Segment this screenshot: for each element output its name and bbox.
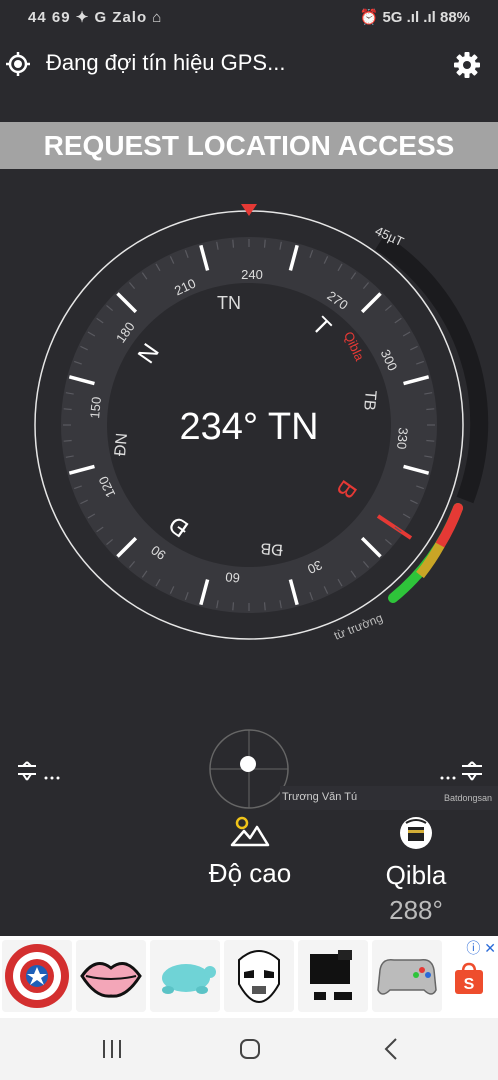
minor-tick [232,602,235,611]
compass-dial: 45µT từ trường 240 270 300 330 30 60 90 … [34,204,489,643]
tick-label-150: 150 [87,396,104,419]
ad-controller-image[interactable] [372,940,442,1012]
bubble-level [209,729,289,809]
back-icon[interactable] [372,1034,412,1064]
ad-lips-image[interactable] [76,940,146,1012]
field-strength-arc-high [435,503,463,550]
home-icon[interactable] [230,1034,270,1064]
top-bar: Đang đợi tín hiệu GPS... [0,36,498,92]
ad-shield-image[interactable] [2,940,72,1012]
ad-gadget-image[interactable] [298,940,368,1012]
qibla-button[interactable]: Qibla 288° [366,815,466,926]
direction-tn: TN [217,293,241,313]
shopee-icon[interactable]: S [452,962,486,996]
direction-dn: ĐN [112,432,131,457]
ad-close-icon[interactable]: ⓘ ✕ [466,938,496,958]
watermark-bar: Trương Văn Tú Batdongsan [280,786,498,810]
altitude-button[interactable]: Độ cao [190,815,310,889]
field-label: từ trường [332,611,385,643]
kaaba-icon [400,817,432,849]
level-icon-right [440,761,482,781]
minor-tick [263,239,266,248]
watermark-brand: Batdongsan [443,793,492,803]
status-bar: 44 69 ✦ G Zalo ⌂ ⏰ 5G .ıl .ıl 88% [0,0,498,36]
mountain-icon [230,816,270,847]
minor-tick [426,408,435,411]
ad-turtle-image[interactable] [150,940,220,1012]
ad-banner[interactable]: S ⓘ ✕ [0,936,498,1018]
tick-label-330: 330 [394,427,411,450]
level-icon-left [18,761,60,781]
gps-target-icon[interactable] [6,52,30,76]
gear-icon[interactable] [452,50,482,80]
svg-text:S: S [464,976,475,993]
heading-pointer [241,204,257,216]
heading-readout: 234° TN [179,406,318,448]
request-location-button[interactable]: REQUEST LOCATION ACCESS [0,122,498,169]
direction-tb: TB [360,389,379,411]
gps-status-title: Đang đợi tín hiệu GPS... [46,50,286,75]
minor-tick [232,239,235,248]
watermark-name: Trương Văn Tú [282,791,358,803]
direction-db: ĐB [260,539,284,558]
qibla-value: 288° [389,895,443,925]
status-notifications: 44 69 ✦ G Zalo ⌂ [28,9,163,26]
minor-tick [263,602,266,611]
altitude-label: Độ cao [208,858,292,888]
tick-label-240: 240 [241,267,263,282]
status-system-icons: ⏰ 5G .ıl .ıl 88% [359,9,470,26]
ad-stormtrooper-image[interactable] [224,940,294,1012]
minor-tick [63,408,72,411]
android-nav-bar [0,1018,498,1080]
minor-tick [63,439,72,442]
recent-apps-icon[interactable] [92,1034,132,1064]
qibla-label: Qibla [385,860,447,890]
minor-tick [426,439,435,442]
tick-label-60: 60 [225,569,241,585]
